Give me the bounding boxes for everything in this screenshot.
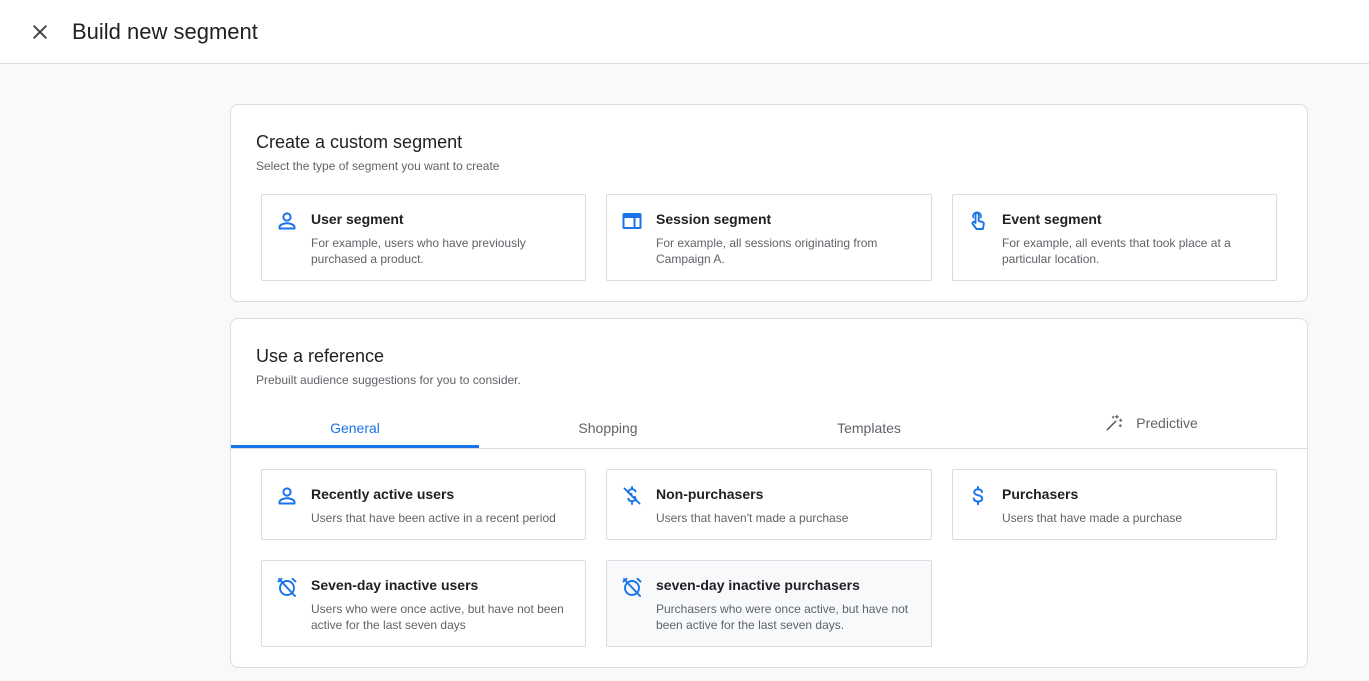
close-icon [33, 25, 47, 39]
card-description: Users that have been active in a recent … [311, 511, 556, 525]
web-window-icon [622, 213, 642, 229]
seven-day-inactive-users-card[interactable]: Seven-day inactive users Users who were … [261, 560, 586, 647]
event-segment-card[interactable]: Event segment For example, all events th… [952, 194, 1277, 281]
alarm-off-icon [622, 577, 642, 597]
magic-wand-icon [1106, 414, 1123, 430]
custom-segment-panel: Create a custom segment Select the type … [230, 104, 1308, 302]
reference-tabs: General Shopping Templates Predictive [231, 401, 1307, 449]
tab-shopping[interactable]: Shopping [481, 404, 735, 451]
card-title: Recently active users [311, 486, 455, 502]
purchasers-card[interactable]: Purchasers Users that have made a purcha… [952, 469, 1277, 540]
non-purchasers-card[interactable]: Non-purchasers Users that haven't made a… [606, 469, 932, 540]
card-description: Users that have made a purchase [1002, 511, 1183, 525]
card-description: For example, users who have previously p… [311, 236, 526, 266]
card-description: For example, all sessions originating fr… [656, 236, 878, 266]
card-description: For example, all events that took place … [1002, 236, 1231, 266]
card-title: Purchasers [1002, 486, 1079, 502]
tab-templates[interactable]: Templates [741, 404, 997, 451]
reference-title: Use a reference [256, 346, 385, 366]
tab-general[interactable]: General [231, 404, 479, 451]
card-title: Non-purchasers [656, 486, 764, 502]
reference-subtitle: Prebuilt audience suggestions for you to… [256, 373, 521, 387]
touch-icon [971, 211, 985, 230]
active-tab-indicator [231, 445, 479, 448]
top-bar: Build new segment [0, 0, 1369, 64]
card-title: seven-day inactive purchasers [656, 577, 860, 593]
reference-panel: Use a reference Prebuilt audience sugges… [230, 318, 1308, 668]
page-title: Build new segment [72, 19, 258, 44]
money-off-icon [623, 486, 641, 505]
user-segment-card[interactable]: User segment For example, users who have… [261, 194, 586, 281]
custom-segment-title: Create a custom segment [256, 132, 463, 152]
alarm-off-icon [277, 577, 297, 597]
card-title: Seven-day inactive users [311, 577, 479, 593]
dollar-icon [972, 486, 984, 506]
card-title: User segment [311, 211, 404, 227]
session-segment-card[interactable]: Session segment For example, all session… [606, 194, 932, 281]
card-description: Users that haven't made a purchase [656, 511, 849, 525]
custom-segment-subtitle: Select the type of segment you want to c… [256, 159, 500, 173]
person-icon [278, 212, 296, 230]
card-description: Purchasers who were once active, but hav… [656, 602, 909, 632]
card-title: Session segment [656, 211, 772, 227]
close-button[interactable] [26, 18, 54, 46]
tab-predictive[interactable]: Predictive [1021, 399, 1281, 446]
card-description: Users who were once active, but have not… [311, 602, 564, 632]
person-icon [278, 487, 296, 505]
seven-day-inactive-purchasers-card[interactable]: seven-day inactive purchasers Purchasers… [606, 560, 932, 647]
recently-active-users-card[interactable]: Recently active users Users that have be… [261, 469, 586, 540]
tab-predictive-label: Predictive [1136, 414, 1198, 431]
card-title: Event segment [1002, 211, 1102, 227]
